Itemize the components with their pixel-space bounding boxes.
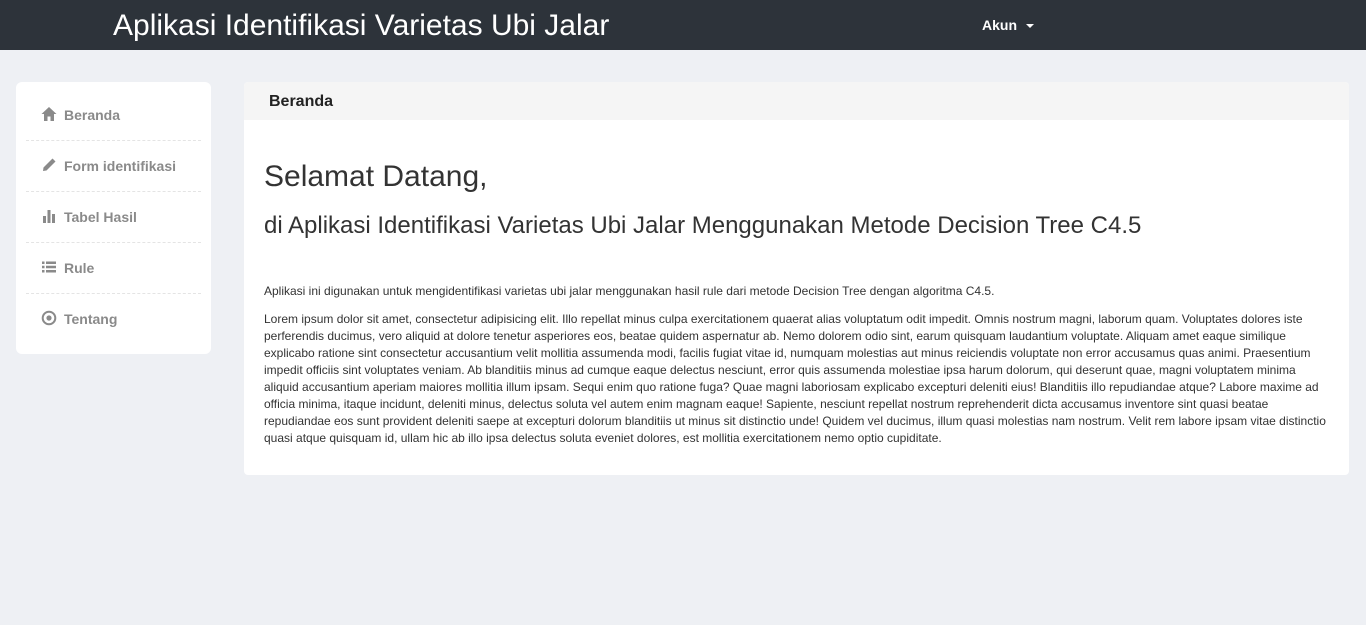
account-label: Akun (982, 17, 1017, 33)
account-dropdown[interactable]: Akun (982, 17, 1034, 33)
intro-paragraph: Aplikasi ini digunakan untuk mengidentif… (264, 284, 995, 298)
sidebar-item-tabel-hasil[interactable]: Tabel Hasil (26, 192, 201, 243)
sidebar-item-label: Tabel Hasil (64, 209, 137, 225)
sidebar-item-rule[interactable]: Rule (26, 243, 201, 294)
body-paragraph: Lorem ipsum dolor sit amet, consectetur … (264, 312, 1326, 445)
home-icon (40, 105, 58, 123)
pencil-icon (40, 156, 58, 174)
sidebar-item-label: Tentang (64, 311, 118, 327)
sidebar-menu: Beranda Form identifikasi Tabel Hasil Ru… (16, 82, 211, 354)
welcome-subtitle: di Aplikasi Identifikasi Varietas Ubi Ja… (264, 212, 1142, 239)
bar-chart-icon (40, 207, 58, 225)
welcome-heading: Selamat Datang, (264, 160, 488, 193)
sidebar-item-tentang[interactable]: Tentang (26, 294, 201, 344)
caret-down-icon (1025, 24, 1034, 29)
top-navbar: Aplikasi Identifikasi Varietas Ubi Jalar… (0, 0, 1366, 50)
sidebar-item-label: Form identifikasi (64, 158, 177, 174)
sidebar-item-label: Beranda (64, 107, 121, 123)
content-panel: Beranda Selamat Datang, di Aplikasi Iden… (244, 82, 1349, 475)
sidebar-item-label: Rule (64, 260, 95, 276)
panel-header: Beranda (244, 82, 1349, 120)
sidebar-item-form-identifikasi[interactable]: Form identifikasi (26, 141, 201, 192)
panel-title: Beranda (269, 93, 334, 110)
list-icon (40, 258, 58, 276)
app-title[interactable]: Aplikasi Identifikasi Varietas Ubi Jalar (113, 8, 609, 44)
sidebar-item-beranda[interactable]: Beranda (26, 90, 201, 141)
record-icon (40, 309, 58, 327)
